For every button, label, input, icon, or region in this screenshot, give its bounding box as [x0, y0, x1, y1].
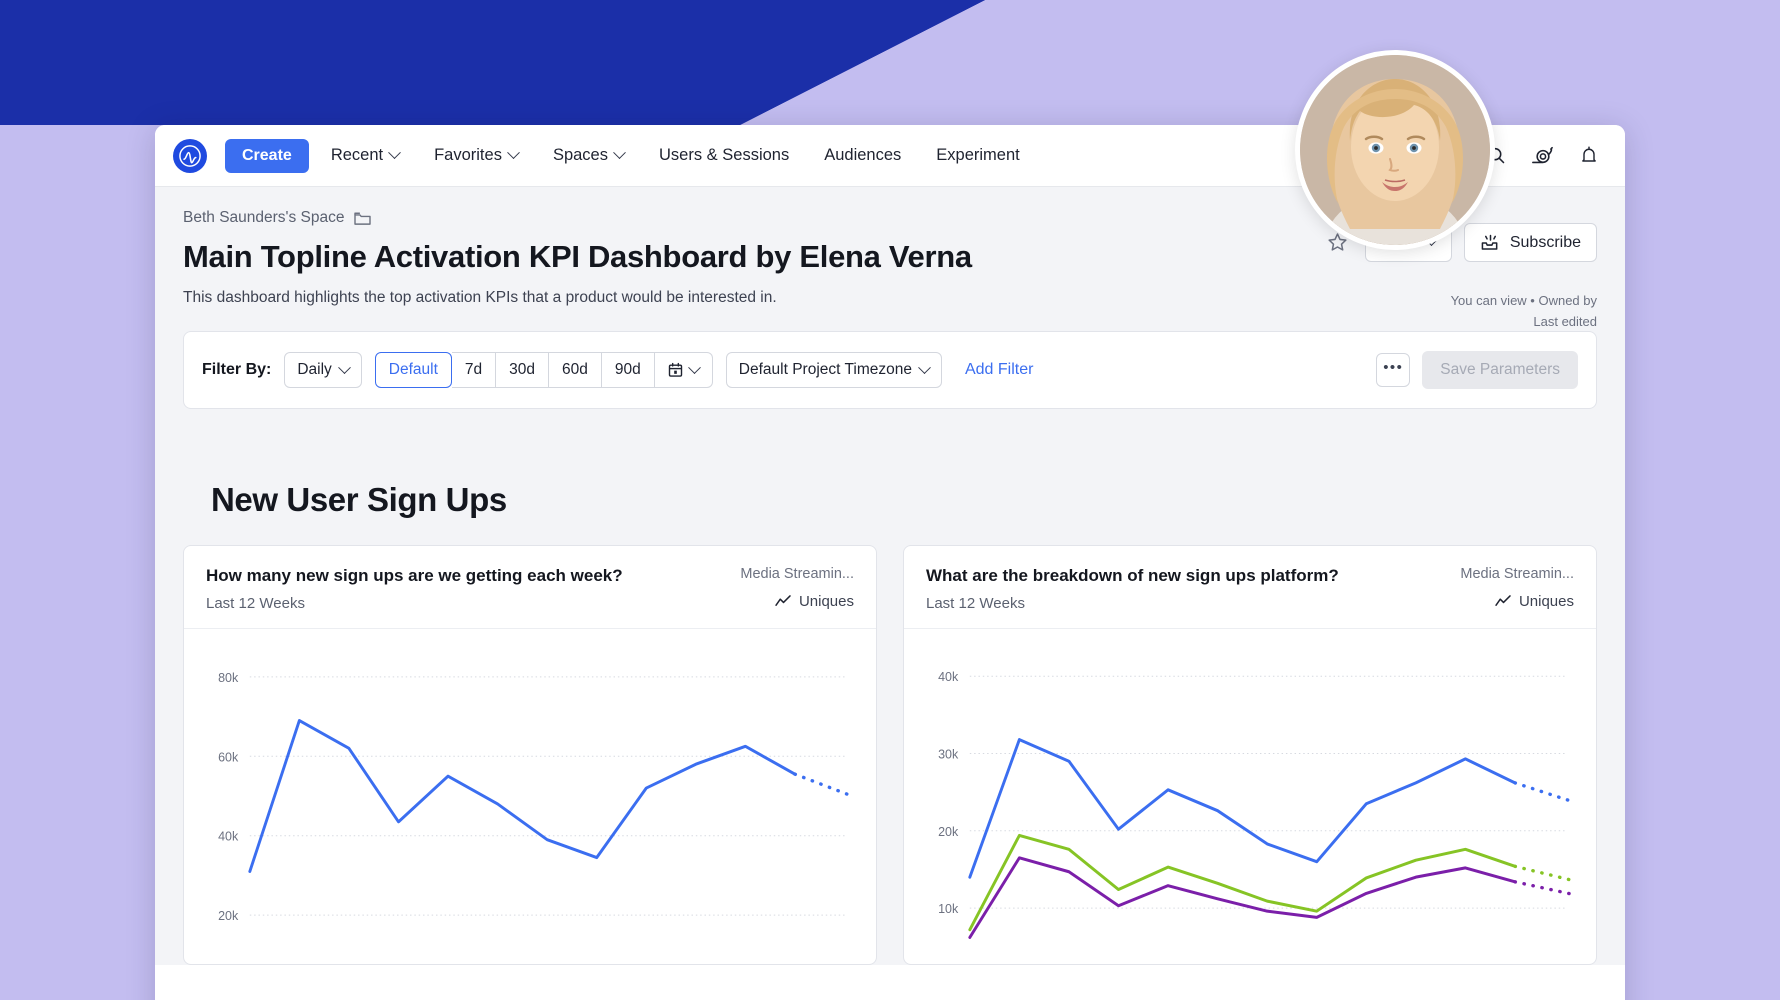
nav-item-label: Recent: [331, 146, 383, 165]
timezone-value: Default Project Timezone: [739, 361, 912, 379]
nav-item-label: Experiment: [936, 146, 1019, 165]
chart-card: What are the breakdown of new sign ups p…: [903, 545, 1597, 965]
screenshot-stage: Create Recent Favorites Spaces Users & S…: [0, 0, 1780, 1000]
amplitude-logo-icon[interactable]: [173, 139, 207, 173]
chart-card-titles: How many new sign ups are we getting eac…: [206, 566, 623, 612]
chart-plot-area[interactable]: 20k 40k 60k 80k: [184, 629, 876, 943]
add-filter-link[interactable]: Add Filter: [965, 361, 1033, 379]
bell-icon[interactable]: [1579, 145, 1599, 166]
chart-subtitle: Last 12 Weeks: [206, 595, 623, 612]
line-chart-icon: [1495, 595, 1512, 608]
filter-by-label: Filter By:: [202, 361, 271, 379]
svg-text:20k: 20k: [218, 908, 239, 923]
snail-icon[interactable]: [1531, 145, 1555, 167]
nav-item-favorites[interactable]: Favorites: [421, 138, 531, 173]
create-button[interactable]: Create: [225, 139, 309, 173]
filter-bar-wrapper: Filter By: Daily Default 7d 30d 60d 90d: [155, 331, 1625, 437]
line-chart-icon: [775, 595, 792, 608]
subscribe-label: Subscribe: [1510, 234, 1581, 252]
nav-item-experiment[interactable]: Experiment: [923, 138, 1032, 173]
folder-icon: [354, 211, 371, 226]
chart-card: How many new sign ups are we getting eac…: [183, 545, 877, 965]
range-option-30d[interactable]: 30d: [496, 352, 549, 388]
svg-text:30k: 30k: [938, 746, 959, 761]
chart-metric-label: Uniques: [799, 593, 854, 610]
chart-plot-area[interactable]: 10k 20k 30k 40k: [904, 629, 1596, 943]
nav-item-label: Audiences: [824, 146, 901, 165]
nav-item-spaces[interactable]: Spaces: [540, 138, 637, 173]
chevron-down-icon: [388, 146, 401, 159]
save-parameters-button[interactable]: Save Parameters: [1422, 351, 1578, 389]
page-description: This dashboard highlights the top activa…: [183, 289, 1597, 307]
chart-question: How many new sign ups are we getting eac…: [206, 566, 623, 586]
svg-text:80k: 80k: [218, 670, 239, 685]
chevron-down-icon: [613, 146, 626, 159]
filter-bar: Filter By: Daily Default 7d 30d 60d 90d: [183, 331, 1597, 409]
section-title-new-user-sign-ups: New User Sign Ups: [183, 465, 1597, 545]
range-option-7d[interactable]: 7d: [452, 352, 496, 388]
range-option-90d[interactable]: 90d: [602, 352, 655, 388]
svg-text:60k: 60k: [218, 749, 239, 764]
header-meta: You can view • Owned by Last edited: [1451, 291, 1597, 333]
avatar: [1295, 50, 1495, 250]
chart-source-label: Media Streamin...: [1460, 566, 1574, 582]
filter-overflow-button[interactable]: •••: [1376, 353, 1410, 387]
chart-card-header: How many new sign ups are we getting eac…: [184, 546, 876, 629]
chart-card-header: What are the breakdown of new sign ups p…: [904, 546, 1596, 629]
svg-text:40k: 40k: [218, 828, 239, 843]
chart-card-meta: Media Streamin... Uniques: [740, 566, 854, 610]
filter-right-group: ••• Save Parameters: [1376, 351, 1578, 389]
chart-card-titles: What are the breakdown of new sign ups p…: [926, 566, 1339, 612]
app-window: Create Recent Favorites Spaces Users & S…: [155, 125, 1625, 1000]
chart-question: What are the breakdown of new sign ups p…: [926, 566, 1339, 586]
interval-select[interactable]: Daily: [284, 352, 361, 388]
nav-item-label: Favorites: [434, 146, 502, 165]
chart-metric-label: Uniques: [1519, 593, 1574, 610]
dashboard-body: New User Sign Ups How many new sign ups …: [155, 437, 1625, 965]
chevron-down-icon: [688, 361, 701, 374]
inbox-subscribe-icon: [1480, 233, 1501, 252]
chart-metric: Uniques: [740, 593, 854, 610]
chevron-down-icon: [507, 146, 520, 159]
chart-subtitle: Last 12 Weeks: [926, 595, 1339, 612]
svg-text:10k: 10k: [938, 901, 959, 916]
nav-item-recent[interactable]: Recent: [318, 138, 412, 173]
chevron-down-icon: [918, 361, 931, 374]
nav-item-audiences[interactable]: Audiences: [811, 138, 914, 173]
calendar-picker-button[interactable]: [655, 352, 713, 388]
permission-owner-text: You can view • Owned by: [1451, 291, 1597, 312]
nav-item-users-sessions[interactable]: Users & Sessions: [646, 138, 802, 173]
chart-card-grid: How many new sign ups are we getting eac…: [183, 545, 1597, 965]
nav-item-label: Users & Sessions: [659, 146, 789, 165]
chevron-down-icon: [338, 361, 351, 374]
interval-value: Daily: [297, 361, 331, 379]
svg-text:40k: 40k: [938, 669, 959, 684]
nav-item-label: Spaces: [553, 146, 608, 165]
chart-metric: Uniques: [1460, 593, 1574, 610]
calendar-icon: [668, 362, 683, 378]
breadcrumb-space-label[interactable]: Beth Saunders's Space: [183, 209, 345, 227]
range-option-default[interactable]: Default: [375, 352, 452, 388]
svg-text:20k: 20k: [938, 824, 959, 839]
subscribe-button[interactable]: Subscribe: [1464, 223, 1597, 262]
range-option-60d[interactable]: 60d: [549, 352, 602, 388]
timezone-select[interactable]: Default Project Timezone: [726, 352, 942, 388]
chart-source-label: Media Streamin...: [740, 566, 854, 582]
chart-card-meta: Media Streamin... Uniques: [1460, 566, 1574, 610]
last-edited-text: Last edited: [1451, 312, 1597, 333]
date-range-segmented-control: Default 7d 30d 60d 90d: [375, 352, 713, 388]
